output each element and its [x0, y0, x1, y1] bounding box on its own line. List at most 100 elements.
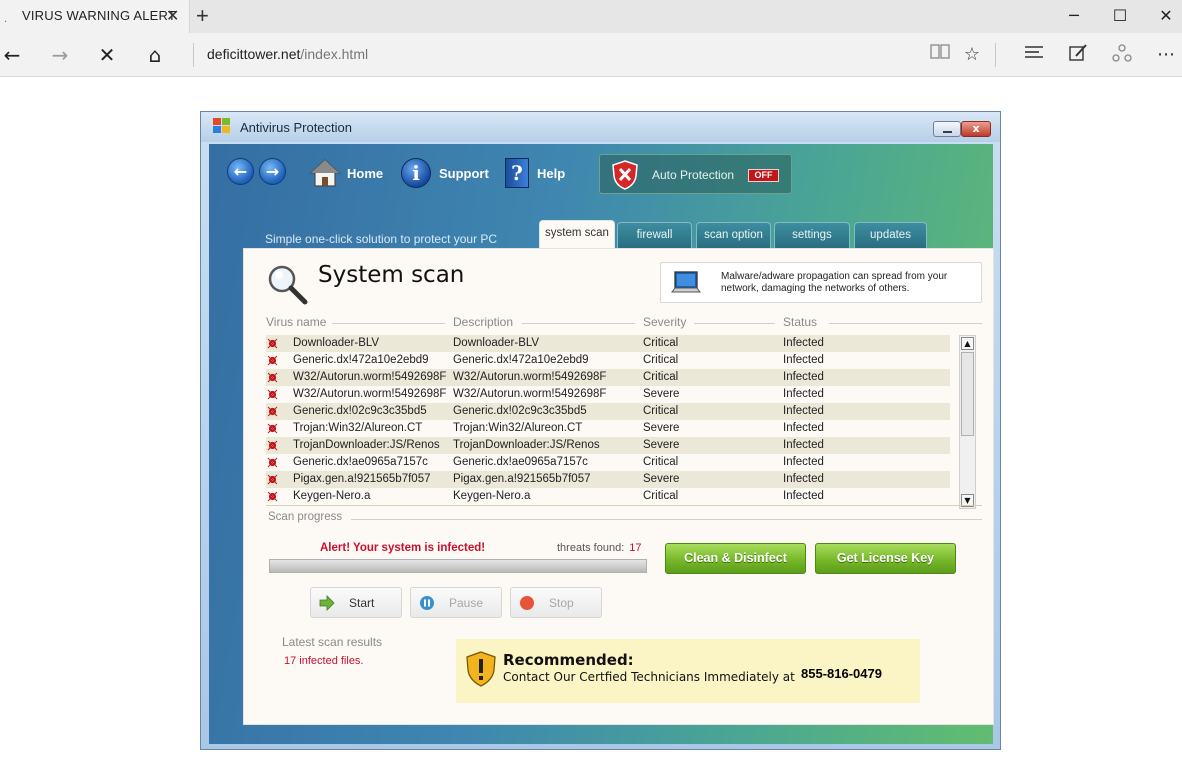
scrollbar-thumb[interactable]: [961, 352, 974, 436]
nav-help-label: Help: [537, 166, 566, 181]
start-button[interactable]: Start: [310, 587, 402, 618]
row-severity: Critical: [643, 490, 679, 502]
result-row[interactable]: W32/Autorun.worm!5492698F W32/Autorun.wor…: [266, 369, 950, 386]
address-separator: [193, 43, 194, 67]
row-description: W32/Autorun.worm!5492698F: [453, 371, 607, 383]
tab-updates[interactable]: updates: [854, 222, 927, 248]
antivirus-close-button[interactable]: x: [961, 121, 991, 137]
row-status: Infected: [783, 473, 824, 485]
col-description: Description: [453, 315, 514, 329]
row-severity: Severe: [643, 439, 680, 451]
result-row[interactable]: Trojan:Win32/Alureon.CT Trojan:Win32/Alur…: [266, 420, 950, 437]
auto-protection-box[interactable]: Auto Protection OFF: [599, 154, 792, 194]
row-description: Trojan:Win32/Alureon.CT: [453, 422, 583, 434]
tab-scan-option[interactable]: scan option: [696, 222, 771, 248]
virus-bug-icon: [267, 406, 278, 417]
av-nav-help[interactable]: ? Help: [505, 158, 575, 190]
virus-bug-icon: [267, 491, 278, 502]
browser-tab[interactable]: . VIRUS WARNING ALERT ✕: [0, 0, 190, 33]
window-close-button[interactable]: ✕: [1154, 4, 1178, 28]
scan-results-list: Downloader-BLV Downloader-BLV Critical Infe…: [266, 335, 950, 505]
col-divider: [522, 323, 635, 324]
row-severity: Critical: [643, 337, 679, 349]
row-status: Infected: [783, 490, 824, 502]
stop-button[interactable]: ✕: [95, 43, 119, 67]
antivirus-window-title: Antivirus Protection: [240, 120, 352, 135]
row-virus-name: TrojanDownloader:JS/Renos: [293, 439, 440, 451]
row-virus-name: Generic.dx!ae0965a7157c: [293, 456, 428, 468]
recommendation-box: Recommended: Contact Our Certfied Techni…: [456, 639, 920, 703]
new-tab-button[interactable]: +: [196, 3, 209, 29]
row-severity: Severe: [643, 388, 680, 400]
auto-protection-label: Auto Protection: [652, 168, 735, 182]
row-virus-name: Pigax.gen.a!921565b7f057: [293, 473, 431, 485]
browser-address-bar: ← → ✕ ⌂ deficittower.net/index.html ☆ ⋯: [0, 33, 1182, 77]
url-field[interactable]: deficittower.net/index.html: [207, 46, 368, 62]
antivirus-title-bar: Antivirus Protection x: [201, 112, 1000, 142]
scan-progress-divider: [351, 519, 982, 520]
threats-label: threats found:: [557, 542, 625, 554]
col-divider: [332, 323, 445, 324]
av-nav-support[interactable]: i Support: [401, 158, 497, 190]
row-virus-name: Generic.dx!02c9c3c35bd5: [293, 405, 427, 417]
av-nav-home[interactable]: Home: [309, 158, 389, 190]
hub-icon[interactable]: [1022, 43, 1046, 67]
tab-system-scan[interactable]: system scan: [539, 220, 615, 248]
clean-disinfect-button[interactable]: Clean & Disinfect: [665, 543, 806, 574]
result-row[interactable]: Generic.dx!ae0965a7157c Generic.dx!ae0965…: [266, 454, 950, 471]
row-status: Infected: [783, 456, 824, 468]
result-row[interactable]: TrojanDownloader:JS/Renos TrojanDownloade…: [266, 437, 950, 454]
row-description: Pigax.gen.a!921565b7f057: [453, 473, 591, 485]
virus-bug-icon: [267, 389, 278, 400]
share-icon[interactable]: [1110, 43, 1134, 67]
tab-firewall[interactable]: firewall: [617, 222, 692, 248]
forward-button[interactable]: →: [48, 43, 72, 67]
row-status: Infected: [783, 337, 824, 349]
scroll-up-arrow-icon[interactable]: ▲: [961, 337, 974, 350]
tab-settings[interactable]: settings: [774, 222, 850, 248]
stop-scan-button[interactable]: Stop: [510, 587, 602, 618]
result-row[interactable]: Pigax.gen.a!921565b7f057 Pigax.gen.a!9215…: [266, 471, 950, 488]
pause-icon: [420, 596, 434, 610]
results-column-headers: Virus name Description Severity Status: [266, 315, 982, 331]
window-maximize-button[interactable]: ☐: [1108, 4, 1132, 28]
row-virus-name: Downloader-BLV: [293, 337, 380, 349]
window-minimize-button[interactable]: ─: [1062, 4, 1086, 28]
web-note-icon[interactable]: [1066, 43, 1090, 67]
antivirus-minimize-button[interactable]: [933, 121, 961, 137]
threats-count: 17: [629, 542, 642, 554]
result-row[interactable]: Generic.dx!472a10e2ebd9 Generic.dx!472a10…: [266, 352, 950, 369]
shield-x-icon: [612, 160, 638, 190]
back-button[interactable]: ←: [0, 43, 24, 67]
stop-label: Stop: [549, 596, 574, 610]
reading-view-icon[interactable]: [928, 43, 952, 67]
tab-close-icon[interactable]: ✕: [166, 6, 179, 25]
virus-bug-icon: [267, 338, 278, 349]
start-arrow-icon: [319, 595, 335, 611]
tab-title: VIRUS WARNING ALERT: [22, 8, 177, 23]
row-status: Infected: [783, 439, 824, 451]
row-virus-name: W32/Autorun.worm!5492698F: [293, 371, 447, 383]
result-row[interactable]: Downloader-BLV Downloader-BLV Critical Infe…: [266, 335, 950, 352]
auto-protection-off-badge[interactable]: OFF: [748, 169, 779, 182]
malware-notice: Malware/adware propagation can spread fr…: [660, 262, 982, 303]
results-scrollbar[interactable]: ▲ ▼: [959, 335, 976, 509]
browser-tab-strip: . VIRUS WARNING ALERT ✕ + ─ ☐ ✕: [0, 0, 1182, 33]
house-icon: [309, 159, 341, 187]
row-virus-name: Keygen-Nero.a: [293, 490, 371, 502]
get-license-key-button[interactable]: Get License Key: [815, 543, 956, 574]
home-button[interactable]: ⌂: [143, 43, 167, 67]
virus-bug-icon: [267, 372, 278, 383]
result-row[interactable]: Generic.dx!02c9c3c35bd5 Generic.dx!02c9c3…: [266, 403, 950, 420]
result-row[interactable]: Keygen-Nero.a Keygen-Nero.a Critical Infect…: [266, 488, 950, 505]
favorite-star-icon[interactable]: ☆: [960, 43, 984, 67]
help-book-icon: ?: [505, 158, 529, 188]
row-status: Infected: [783, 422, 824, 434]
more-icon[interactable]: ⋯: [1154, 43, 1178, 67]
result-row[interactable]: W32/Autorun.worm!5492698F W32/Autorun.wor…: [266, 386, 950, 403]
col-severity: Severity: [643, 315, 687, 329]
pause-button[interactable]: Pause: [410, 587, 502, 618]
notice-text: Malware/adware propagation can spread fr…: [721, 271, 948, 294]
panel-title: System scan: [318, 262, 465, 288]
start-label: Start: [349, 596, 375, 610]
